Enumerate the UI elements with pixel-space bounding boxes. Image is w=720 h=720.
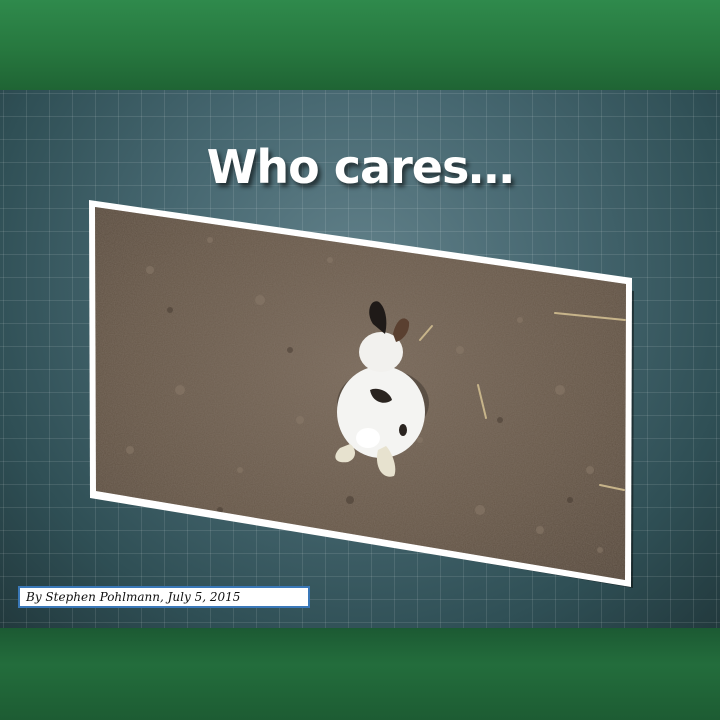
author-caption: By Stephen Pohlmann, July 5, 2015 [18, 586, 310, 608]
slide: Who cares… By Stephen Pohlmann, July 5, … [0, 90, 720, 628]
top-green-band [0, 0, 720, 90]
rabbit-photo [89, 200, 634, 588]
bottom-green-band [0, 628, 720, 720]
